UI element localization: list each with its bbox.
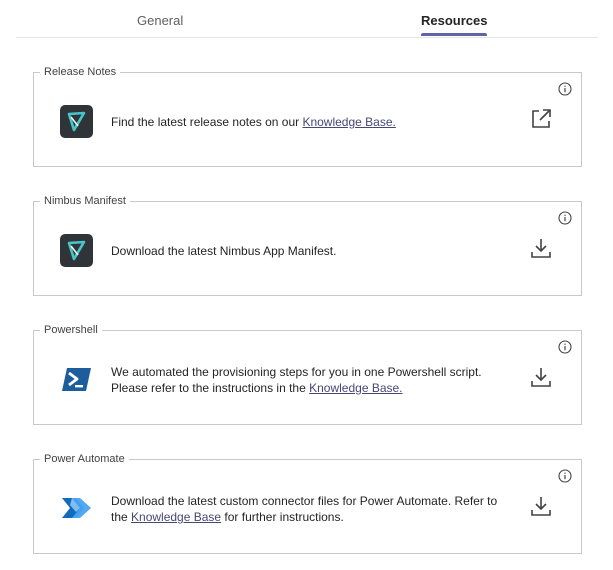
card-text: Find the latest release notes on our <box>111 115 303 129</box>
card-text-line1: We automated the provisioning steps for … <box>111 365 482 379</box>
card-text-line2: Please refer to the instructions in the … <box>111 380 511 396</box>
tab-general[interactable]: General <box>137 13 183 36</box>
power-automate-card: Power Automate Download the latest custo… <box>33 452 582 554</box>
download-icon[interactable] <box>529 236 553 260</box>
card-text: for further instructions. <box>221 510 344 524</box>
card-legend: Release Notes <box>40 65 121 79</box>
card-legend: Powershell <box>40 323 102 337</box>
knowledge-base-link[interactable]: Knowledge Base. <box>309 381 402 395</box>
knowledge-base-link[interactable]: Knowledge Base <box>131 510 221 524</box>
tab-bar: General Resources <box>16 0 598 38</box>
nimbus-logo-icon <box>60 105 93 138</box>
info-icon[interactable] <box>558 82 572 96</box>
download-icon[interactable] <box>529 365 553 389</box>
release-notes-card: Release Notes Find the latest release no… <box>33 65 582 167</box>
tab-resources[interactable]: Resources <box>421 13 488 36</box>
card-text: Please refer to the instructions in the <box>111 381 310 395</box>
info-icon[interactable] <box>558 469 572 483</box>
external-link-icon[interactable] <box>529 107 553 131</box>
nimbus-manifest-card: Nimbus Manifest Download the latest Nimb… <box>33 194 582 296</box>
card-description: Download the latest Nimbus App Manifest. <box>111 243 511 259</box>
card-text-line1: Download the latest custom connector fil… <box>111 494 498 508</box>
card-legend: Power Automate <box>40 452 129 466</box>
card-text: Download the latest Nimbus App Manifest. <box>111 244 337 258</box>
card-text-line2: the Knowledge Base for further instructi… <box>111 509 511 525</box>
download-icon[interactable] <box>529 494 553 518</box>
tab-general-label: General <box>137 13 184 28</box>
info-icon[interactable] <box>558 340 572 354</box>
card-description: Download the latest custom connector fil… <box>111 493 511 525</box>
knowledge-base-link[interactable]: Knowledge Base. <box>302 115 395 129</box>
card-description: We automated the provisioning steps for … <box>111 364 511 396</box>
info-icon[interactable] <box>558 211 572 225</box>
powershell-icon <box>62 368 91 391</box>
tab-resources-label: Resources <box>421 13 488 28</box>
card-description: Find the latest release notes on our Kno… <box>111 114 511 130</box>
card-legend: Nimbus Manifest <box>40 194 130 208</box>
active-tab-indicator <box>421 33 488 36</box>
nimbus-logo-icon <box>60 234 93 267</box>
card-text: the <box>111 510 132 524</box>
power-automate-icon <box>62 498 91 518</box>
powershell-card: Powershell We automated the provisioning… <box>33 323 582 425</box>
